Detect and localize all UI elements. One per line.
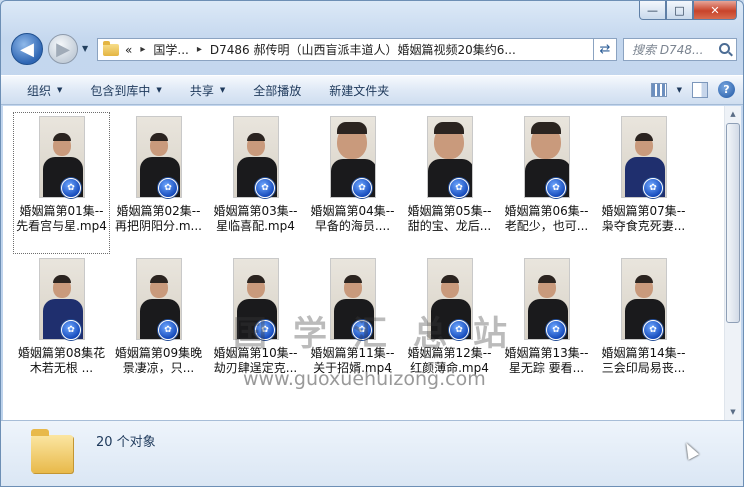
media-player-icon: ✿ <box>643 320 663 340</box>
media-player-icon: ✿ <box>546 320 566 340</box>
breadcrumb-item-current[interactable]: D7486 郝传明（山西盲派丰道人）婚姻篇视频20集约6... <box>210 41 516 58</box>
search-icon <box>719 43 730 54</box>
media-player-icon: ✿ <box>449 320 469 340</box>
file-item[interactable]: ✿ 婚姻篇第14集--三会印局易丧... <box>595 254 692 396</box>
file-item[interactable]: ✿ 婚姻篇第13集--星无踪 要看... <box>498 254 595 396</box>
minimize-button[interactable]: — <box>639 1 666 20</box>
new-folder-button[interactable]: 新建文件夹 <box>315 82 403 99</box>
file-item[interactable]: ✿ 婚姻篇第01集--先看宫与星.mp4 <box>13 112 110 254</box>
media-player-icon: ✿ <box>61 178 81 198</box>
vertical-scrollbar[interactable]: ▲ ▼ <box>724 106 741 420</box>
file-name: 婚姻篇第01集--先看宫与星.mp4 <box>16 204 107 233</box>
file-name: 婚姻篇第13集--星无踪 要看... <box>504 346 589 375</box>
change-view-icon[interactable] <box>650 82 667 97</box>
media-player-icon: ✿ <box>255 178 275 198</box>
search-placeholder: 搜索 D748... <box>632 43 704 57</box>
folder-icon <box>31 429 73 473</box>
view-controls: ▼ ? <box>650 81 735 98</box>
file-item[interactable]: ✿ 婚姻篇第02集--再把阴阳分.m... <box>110 112 207 254</box>
item-count: 20 个对象 <box>96 435 156 450</box>
scroll-down-arrow-icon[interactable]: ▼ <box>725 404 741 420</box>
file-item[interactable]: ✿ 婚姻篇第05集--甜的宝、龙后... <box>401 112 498 254</box>
media-player-icon: ✿ <box>255 320 275 340</box>
preview-pane-icon[interactable] <box>692 81 708 98</box>
file-name: 婚姻篇第03集--星临喜配.mp4 <box>213 204 298 233</box>
file-name: 婚姻篇第05集--甜的宝、龙后... <box>407 204 492 233</box>
chevron-down-icon: ▼ <box>156 86 162 94</box>
media-player-icon: ✿ <box>352 320 372 340</box>
chevron-down-icon[interactable]: ▼ <box>677 86 682 94</box>
organize-menu[interactable]: 组织 ▼ <box>1 82 76 99</box>
help-icon[interactable]: ? <box>718 81 735 98</box>
include-in-library-menu[interactable]: 包含到库中 ▼ <box>76 82 175 99</box>
breadcrumb-item-root[interactable]: 国学... <box>153 41 188 58</box>
file-name: 婚姻篇第11集--关于招婿.mp4 <box>310 346 395 375</box>
media-player-icon: ✿ <box>61 320 81 340</box>
file-name: 婚姻篇第07集--枭夺食克死妻... <box>601 204 686 233</box>
recent-pages-dropdown[interactable]: ▼ <box>82 44 88 53</box>
file-item[interactable]: ✿ 婚姻篇第06集--老配少，也可... <box>498 112 595 254</box>
file-item[interactable]: ✿ 婚姻篇第10集--劫刃肆逞定克... <box>207 254 304 396</box>
file-item[interactable]: ✿ 婚姻篇第04集--早备的海员.... <box>304 112 401 254</box>
maximize-button[interactable]: □ <box>666 1 693 20</box>
file-name: 婚姻篇第09集晚景凄凉，只... <box>114 346 203 375</box>
close-button[interactable]: ✕ <box>693 1 737 20</box>
back-button[interactable]: ◀ <box>11 33 43 65</box>
file-name: 婚姻篇第08集花木若无根 ... <box>17 346 106 375</box>
media-player-icon: ✿ <box>158 178 178 198</box>
refresh-icon: ⇄ <box>599 42 611 57</box>
file-item[interactable]: ✿ 婚姻篇第11集--关于招婿.mp4 <box>304 254 401 396</box>
navigation-bar: ◀ ▶ ▼ « ▸ 国学... ▸ D7486 郝传明（山西盲派丰道人）婚姻篇视… <box>1 29 743 71</box>
explorer-window: — □ ✕ ◀ ▶ ▼ « ▸ 国学... ▸ D7486 郝传明（山西盲派丰道… <box>0 0 744 487</box>
breadcrumb-separator: ▸ <box>196 44 202 55</box>
file-list: ✿ 婚姻篇第01集--先看宫与星.mp4 ✿ 婚姻篇第02集--再把阴阳分.m... ✿… <box>3 106 741 420</box>
share-menu[interactable]: 共享 ▼ <box>176 82 239 99</box>
file-name: 婚姻篇第04集--早备的海员.... <box>310 204 395 233</box>
file-name: 婚姻篇第06集--老配少，也可... <box>504 204 589 233</box>
media-player-icon: ✿ <box>449 178 469 198</box>
file-name: 婚姻篇第14集--三会印局易丧... <box>601 346 686 375</box>
breadcrumb-separator: ▸ <box>140 44 146 55</box>
scrollbar-thumb[interactable] <box>726 123 740 323</box>
chevron-down-icon: ▼ <box>57 86 63 94</box>
file-item[interactable]: ✿ 婚姻篇第09集晚景凄凉，只... <box>110 254 207 396</box>
breadcrumb-overflow[interactable]: « <box>125 43 132 57</box>
address-bar[interactable]: « ▸ 国学... ▸ D7486 郝传明（山西盲派丰道人）婚姻篇视频20集约6… <box>97 38 617 61</box>
file-item[interactable]: ✿ 婚姻篇第07集--枭夺食克死妻... <box>595 112 692 254</box>
forward-button[interactable]: ▶ <box>48 34 78 64</box>
media-player-icon: ✿ <box>158 320 178 340</box>
file-item[interactable]: ✿ 婚姻篇第12集--红颜薄命.mp4 <box>401 254 498 396</box>
caption-buttons: — □ ✕ <box>639 1 737 21</box>
file-item[interactable]: ✿ 婚姻篇第08集花木若无根 ... <box>13 254 110 396</box>
play-all-button[interactable]: 全部播放 <box>239 82 315 99</box>
file-name: 婚姻篇第12集--红颜薄命.mp4 <box>407 346 492 375</box>
folder-icon <box>103 40 119 56</box>
command-bar: 组织 ▼ 包含到库中 ▼ 共享 ▼ 全部播放 新建文件夹 ▼ ? <box>1 75 743 105</box>
media-player-icon: ✿ <box>643 178 663 198</box>
media-player-icon: ✿ <box>352 178 372 198</box>
refresh-button[interactable]: ⇄ <box>593 38 617 61</box>
file-item[interactable]: ✿ 婚姻篇第03集--星临喜配.mp4 <box>207 112 304 254</box>
details-pane: 20 个对象 <box>1 420 743 486</box>
media-player-icon: ✿ <box>546 178 566 198</box>
scroll-up-arrow-icon[interactable]: ▲ <box>725 106 741 122</box>
search-input[interactable]: 搜索 D748... <box>623 38 737 61</box>
chevron-down-icon: ▼ <box>219 86 226 94</box>
file-name: 婚姻篇第02集--再把阴阳分.m... <box>115 204 202 233</box>
file-name: 婚姻篇第10集--劫刃肆逞定克... <box>213 346 298 375</box>
file-grid: ✿ 婚姻篇第01集--先看宫与星.mp4 ✿ 婚姻篇第02集--再把阴阳分.m... ✿… <box>13 112 713 396</box>
